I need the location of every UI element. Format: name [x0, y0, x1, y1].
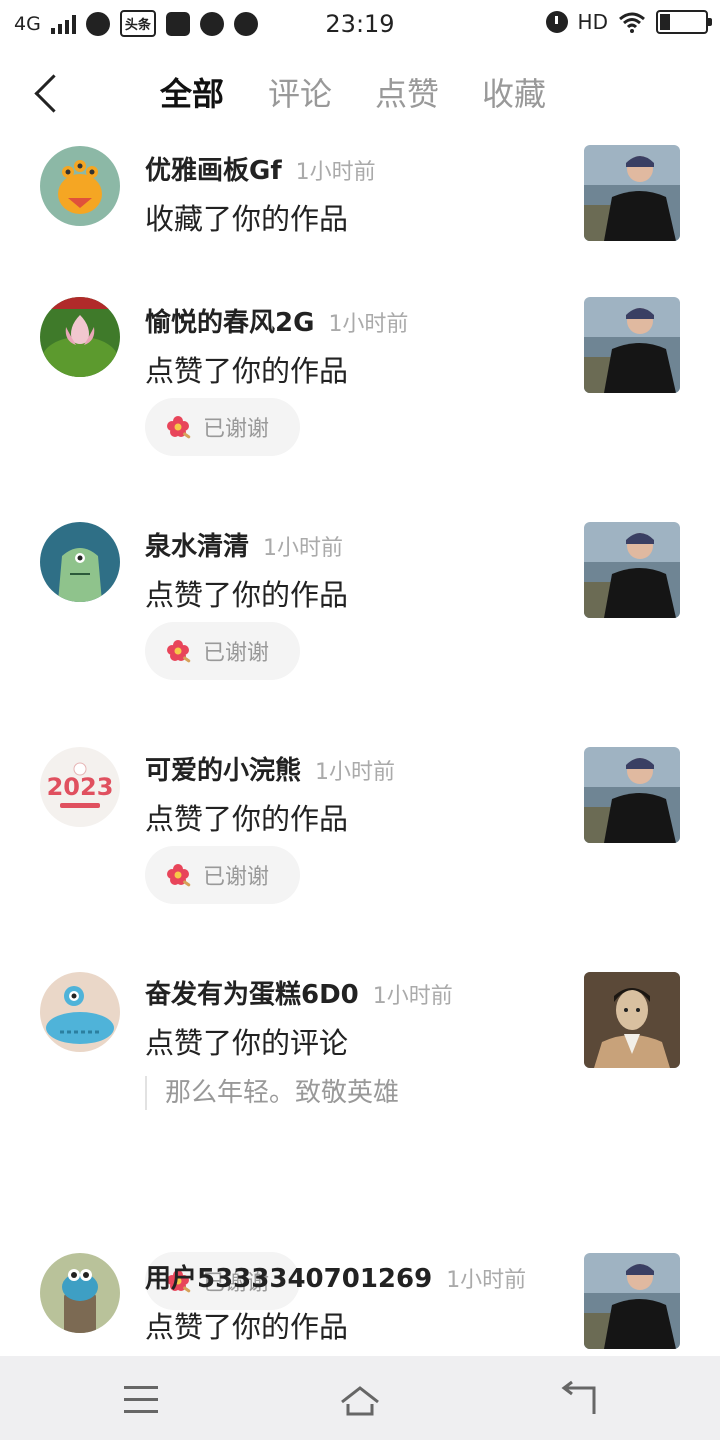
- status-bar: 4G 头条 23:19 HD: [0, 0, 720, 52]
- action-text: 点赞了你的评论: [145, 1026, 349, 1060]
- tab-favorites[interactable]: 收藏: [482, 72, 546, 116]
- flower-icon: [167, 640, 191, 663]
- avatar[interactable]: [40, 522, 120, 602]
- time-label: 1小时前: [295, 160, 376, 185]
- thanked-button[interactable]: 已谢谢: [145, 622, 300, 680]
- thanked-button[interactable]: 已谢谢: [145, 846, 300, 904]
- home-icon[interactable]: [330, 1374, 390, 1422]
- year-art-text: 2023: [47, 773, 114, 801]
- tab-bar: 全部 评论 点赞 收藏: [160, 72, 589, 116]
- time-label: 1小时前: [372, 984, 453, 1009]
- user-name-text[interactable]: 泉水清清: [145, 532, 249, 562]
- user-name-text[interactable]: 用户5333340701269: [145, 1264, 432, 1294]
- time-label: 1小时前: [263, 536, 344, 561]
- work-thumbnail[interactable]: [584, 1253, 680, 1349]
- battery-icon: [656, 10, 712, 34]
- hd-indicator: HD: [577, 10, 608, 34]
- user-name-text[interactable]: 优雅画板Gf: [145, 156, 282, 186]
- work-thumbnail[interactable]: [584, 145, 680, 241]
- user-name[interactable]: 泉水清清 1小时前: [145, 526, 343, 563]
- alarm-icon: [545, 11, 568, 33]
- wifi-icon: [619, 12, 645, 33]
- action-text: 收藏了你的作品: [145, 202, 349, 236]
- user-name[interactable]: 可爱的小浣熊 1小时前: [145, 750, 395, 787]
- avatar[interactable]: [40, 146, 120, 226]
- back-button[interactable]: [30, 70, 70, 116]
- time-label: 1小时前: [446, 1268, 527, 1293]
- thanked-button[interactable]: 已谢谢: [145, 398, 300, 456]
- back-arrow-icon[interactable]: [550, 1374, 610, 1422]
- user-name-text[interactable]: 奋发有为蛋糕6D0: [145, 980, 359, 1010]
- avatar[interactable]: [40, 297, 120, 377]
- action-text: 点赞了你的作品: [145, 354, 349, 388]
- work-thumbnail[interactable]: [584, 972, 680, 1068]
- status-right: HD: [545, 10, 712, 34]
- time-label: 1小时前: [328, 312, 409, 337]
- quoted-comment[interactable]: 那么年轻。致敬英雄: [145, 1076, 399, 1110]
- work-thumbnail[interactable]: [584, 747, 680, 843]
- user-name[interactable]: 用户5333340701269 1小时前: [145, 1258, 526, 1295]
- tab-all[interactable]: 全部: [160, 72, 224, 116]
- avatar[interactable]: 2023: [40, 747, 120, 827]
- time-label: 1小时前: [315, 760, 396, 785]
- work-thumbnail[interactable]: [584, 297, 680, 393]
- action-text: 点赞了你的作品: [145, 578, 349, 612]
- thanked-label: 已谢谢: [203, 641, 270, 666]
- user-name[interactable]: 优雅画板Gf 1小时前: [145, 150, 376, 187]
- system-nav-bar: [0, 1356, 720, 1440]
- avatar[interactable]: [40, 1253, 120, 1333]
- user-name-text[interactable]: 可爱的小浣熊: [145, 756, 301, 786]
- menu-icon[interactable]: [110, 1374, 170, 1422]
- user-name[interactable]: 愉悦的春风2G 1小时前: [145, 302, 408, 339]
- header: 全部 评论 点赞 收藏: [0, 60, 720, 130]
- avatar[interactable]: [40, 972, 120, 1052]
- thanked-label: 已谢谢: [203, 865, 270, 890]
- flower-icon: [167, 416, 191, 439]
- thanked-label: 已谢谢: [203, 417, 270, 442]
- tab-likes[interactable]: 点赞: [375, 72, 439, 116]
- action-text: 点赞了你的作品: [145, 1310, 349, 1344]
- work-thumbnail[interactable]: [584, 522, 680, 618]
- action-text: 点赞了你的作品: [145, 802, 349, 836]
- flower-icon: [167, 864, 191, 887]
- tab-comments[interactable]: 评论: [268, 72, 332, 116]
- user-name-text[interactable]: 愉悦的春风2G: [145, 308, 314, 338]
- user-name[interactable]: 奋发有为蛋糕6D0 1小时前: [145, 974, 453, 1011]
